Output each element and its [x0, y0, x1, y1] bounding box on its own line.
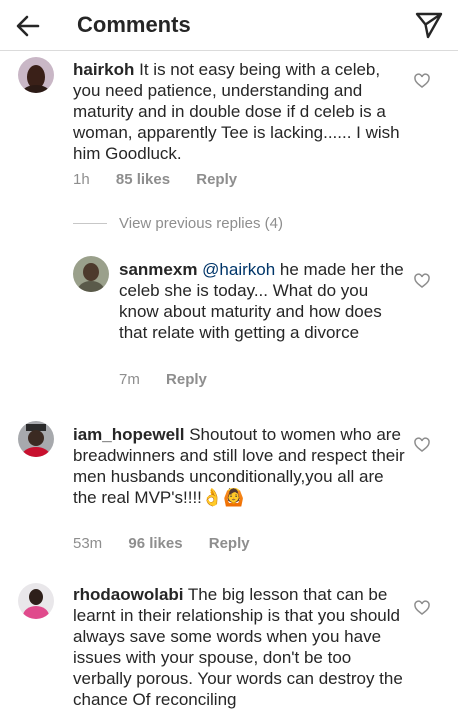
paper-plane-icon[interactable] [414, 10, 444, 40]
arrow-left-icon[interactable] [14, 12, 42, 40]
heart-icon[interactable] [414, 273, 430, 289]
avatar[interactable] [18, 57, 54, 93]
comment-meta: 53m 96 likes Reply [73, 535, 272, 552]
comment-body: sanmexm @hairkoh he made her the celeb s… [119, 259, 409, 343]
likes-count[interactable]: 96 likes [128, 535, 182, 552]
comment-mention[interactable]: @hairkoh [202, 260, 275, 279]
heart-icon[interactable] [414, 73, 430, 89]
page-title: Comments [77, 12, 191, 37]
comment-time: 1h [73, 171, 90, 188]
heart-icon[interactable] [414, 437, 430, 453]
view-previous-replies[interactable]: View previous replies (4) [73, 215, 373, 233]
avatar[interactable] [73, 256, 109, 292]
comment-username[interactable]: rhodaowolabi [73, 585, 184, 604]
view-replies-text[interactable]: View previous replies (4) [119, 215, 283, 232]
comment-emojis: 👌🙆 [201, 488, 245, 507]
comment-meta: 1h 85 likes Reply [73, 171, 259, 188]
comment-time: 53m [73, 535, 103, 552]
comment-body: hairkoh It is not easy being with a cele… [73, 59, 408, 164]
divider-line [73, 223, 107, 224]
heart-icon[interactable] [414, 600, 430, 616]
comment-meta: 7m Reply [119, 371, 229, 388]
avatar[interactable] [18, 583, 54, 619]
comment-username[interactable]: hairkoh [73, 60, 134, 79]
reply-button[interactable]: Reply [196, 171, 237, 188]
header-bar: Comments [0, 0, 458, 51]
comment-username[interactable]: iam_hopewell [73, 425, 184, 444]
comment-time: 7m [119, 371, 140, 388]
reply-button[interactable]: Reply [209, 535, 250, 552]
comment-body: rhodaowolabi The big lesson that can be … [73, 584, 408, 710]
reply-button[interactable]: Reply [166, 371, 207, 388]
likes-count[interactable]: 85 likes [116, 171, 170, 188]
comment-username[interactable]: sanmexm [119, 260, 197, 279]
comment-body: iam_hopewell Shoutout to women who are b… [73, 424, 408, 508]
avatar[interactable] [18, 421, 54, 457]
